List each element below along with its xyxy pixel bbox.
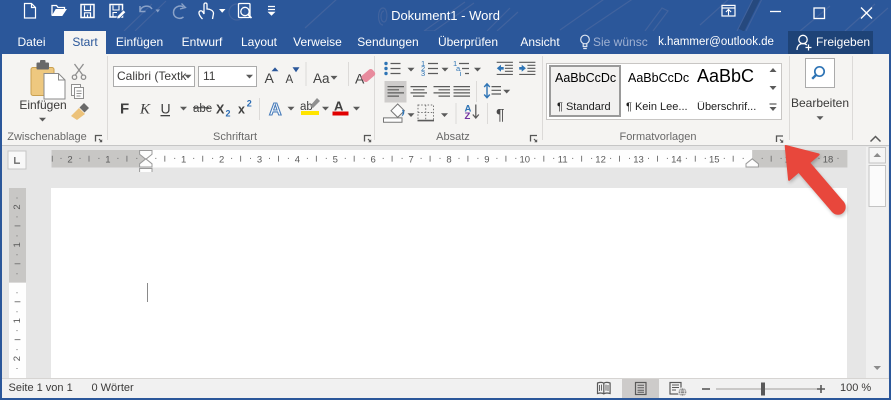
svg-text:9: 9: [484, 155, 489, 166]
svg-text:3: 3: [257, 155, 262, 166]
svg-text:i: i: [460, 69, 462, 78]
svg-text:F: F: [120, 100, 129, 117]
svg-text:11: 11: [558, 155, 568, 166]
svg-text:A: A: [265, 70, 275, 86]
svg-text:Z: Z: [465, 111, 471, 122]
svg-text:4: 4: [295, 155, 300, 166]
svg-text:1: 1: [181, 155, 186, 166]
svg-text:A: A: [286, 74, 294, 86]
svg-text:A: A: [269, 99, 282, 119]
svg-text:2: 2: [12, 356, 23, 361]
svg-text:2: 2: [12, 204, 23, 209]
svg-text:2: 2: [226, 109, 231, 119]
svg-text:8: 8: [446, 155, 451, 166]
svg-text:6: 6: [371, 155, 376, 166]
svg-text:U: U: [161, 100, 171, 116]
svg-text:5: 5: [333, 155, 338, 166]
svg-text:2: 2: [67, 155, 72, 166]
svg-text:10: 10: [520, 155, 531, 166]
svg-text:abe: abe: [193, 103, 212, 115]
svg-text:2: 2: [247, 99, 252, 109]
svg-text:3: 3: [421, 69, 425, 78]
svg-text:18: 18: [823, 155, 834, 166]
svg-text:12: 12: [595, 155, 606, 166]
svg-text:17: 17: [785, 155, 796, 166]
svg-text:A: A: [334, 99, 344, 114]
svg-text:7: 7: [408, 155, 413, 166]
svg-text:13: 13: [633, 155, 644, 166]
svg-text:X: X: [216, 102, 225, 116]
svg-text:1: 1: [12, 242, 23, 247]
svg-text:¶: ¶: [496, 107, 505, 124]
svg-text:2: 2: [219, 155, 224, 166]
svg-text:14: 14: [671, 155, 682, 166]
svg-text:Aa: Aa: [313, 71, 330, 86]
svg-text:1: 1: [105, 155, 110, 166]
svg-text:x: x: [238, 102, 245, 116]
svg-text:15: 15: [709, 155, 720, 166]
svg-text:1: 1: [12, 318, 23, 323]
svg-text:K: K: [139, 101, 151, 117]
